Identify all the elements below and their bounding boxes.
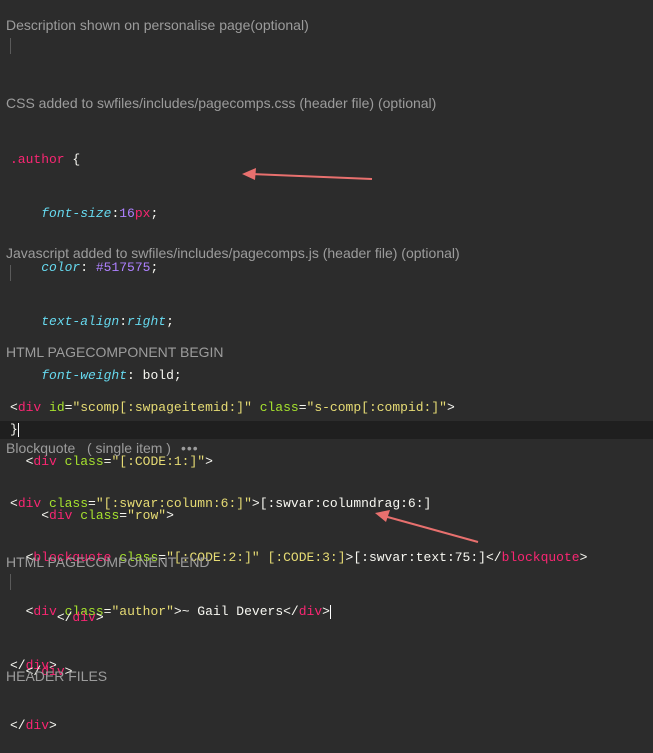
annotation-arrows [242,168,479,543]
annotation-arrow-css [242,168,373,180]
annotation-arrow-html [375,510,479,543]
code-line: </div> [10,718,57,733]
